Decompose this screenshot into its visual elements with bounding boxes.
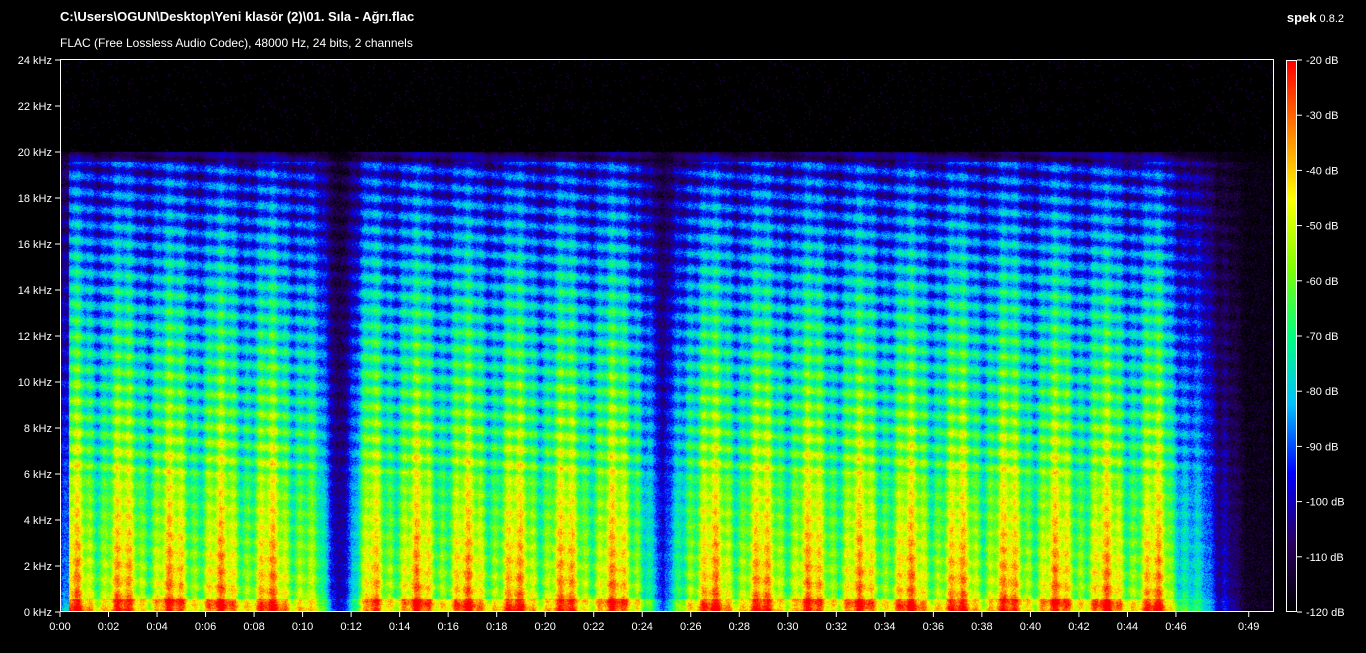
colorbar-tick-label: -30 dB [1306, 110, 1338, 122]
x-tick-label: 0:42 [1068, 621, 1089, 633]
x-tick-label: 0:40 [1020, 621, 1041, 633]
chart-axes: 0:00 0:02 0:04 0:06 0:08 0:10 0:12 0:14 0:16 0:18… [18, 55, 1345, 633]
colorbar-tick-label: -70 dB [1306, 331, 1338, 343]
y-tick-label: 6 kHz [24, 469, 52, 481]
x-tick-label: 0:46 [1165, 621, 1186, 633]
x-tick-label: 0:24 [632, 621, 653, 633]
colorbar-tick-label: -120 dB [1306, 607, 1345, 619]
x-tick-label: 0:00 [49, 621, 70, 633]
x-tick-label: 0:44 [1117, 621, 1138, 633]
x-tick-label: 0:14 [389, 621, 410, 633]
y-tick-label: 4 kHz [24, 515, 52, 527]
y-tick-label: 8 kHz [24, 423, 52, 435]
x-tick-label: 0:08 [243, 621, 264, 633]
x-tick-label: 0:20 [534, 621, 555, 633]
x-tick-label: 0:22 [583, 621, 604, 633]
y-tick-label: 10 kHz [18, 377, 52, 389]
y-tick-label: 14 kHz [18, 285, 52, 297]
x-tick-label: 0:18 [486, 621, 507, 633]
x-tick-label: 0:49 [1238, 621, 1259, 633]
x-tick-label: 0:28 [729, 621, 750, 633]
x-tick-label: 0:38 [971, 621, 992, 633]
colorbar-tick-label: -20 dB [1306, 55, 1338, 67]
colorbar-tick-label: -40 dB [1306, 165, 1338, 177]
y-tick-label: 18 kHz [18, 193, 52, 205]
x-tick-label: 0:04 [146, 621, 167, 633]
y-tick-label: 12 kHz [18, 331, 52, 343]
x-tick-label: 0:12 [340, 621, 361, 633]
colorbar-tick-label: -110 dB [1306, 552, 1344, 564]
x-tick-label: 0:02 [98, 621, 119, 633]
y-tick-label: 2 kHz [24, 561, 52, 573]
x-tick-label: 0:26 [680, 621, 701, 633]
colorbar-tick-label: -80 dB [1306, 386, 1338, 398]
x-tick-label: 0:36 [923, 621, 944, 633]
y-tick-label: 22 kHz [18, 101, 52, 113]
x-tick-label: 0:34 [874, 621, 895, 633]
y-tick-label: 16 kHz [18, 239, 52, 251]
colorbar-tick-label: -60 dB [1306, 276, 1338, 288]
x-tick-label: 0:30 [777, 621, 798, 633]
colorbar-tick-label: -100 dB [1306, 497, 1345, 509]
y-tick-label: 20 kHz [18, 147, 52, 159]
colorbar-tick-label: -50 dB [1306, 221, 1338, 233]
y-tick-label: 0 kHz [24, 607, 52, 619]
x-tick-label: 0:16 [437, 621, 458, 633]
colorbar-tick-label: -90 dB [1306, 441, 1338, 453]
x-tick-label: 0:06 [195, 621, 216, 633]
y-tick-label: 24 kHz [18, 55, 52, 67]
x-tick-label: 0:10 [292, 621, 313, 633]
x-tick-label: 0:32 [826, 621, 847, 633]
